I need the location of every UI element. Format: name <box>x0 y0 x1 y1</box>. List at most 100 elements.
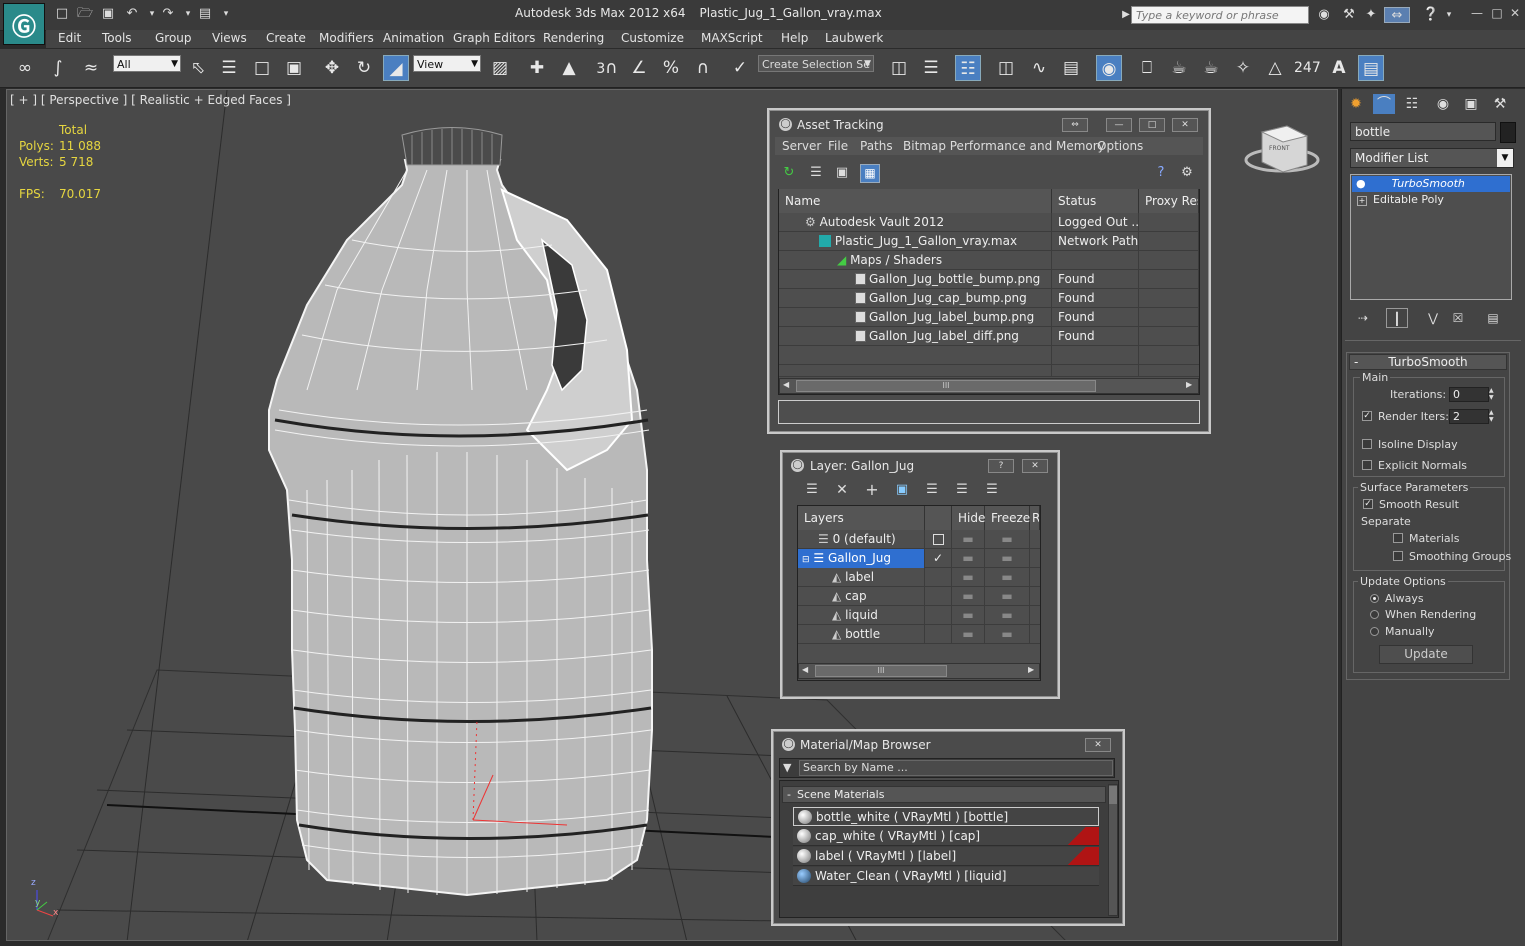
restore-icon[interactable]: □ <box>1488 6 1506 22</box>
material-item[interactable]: Water_Clean ( VRayMtl ) [liquid] <box>793 867 1099 886</box>
hide-toggle[interactable]: ▬ <box>952 568 985 587</box>
favorites-swap-icon[interactable]: ⇔ <box>1384 7 1410 23</box>
vray-light-icon[interactable]: ✧ <box>1230 55 1256 81</box>
menu-graph-editors[interactable]: Graph Editors <box>453 31 535 45</box>
table-row[interactable]: Gallon_Jug_label_diff.png Found <box>779 327 1199 346</box>
hide-toggle[interactable]: ▬ <box>952 530 985 549</box>
create-tab-icon[interactable]: ✹ <box>1345 94 1367 114</box>
table-row[interactable]: ◢ Maps / Shaders <box>779 251 1199 270</box>
minimize-icon[interactable]: — <box>1468 6 1486 22</box>
update-manually-radio[interactable] <box>1370 627 1379 636</box>
current-layer-toggle[interactable]: ✓ <box>925 549 952 568</box>
close-icon[interactable]: ✕ <box>1085 738 1111 752</box>
redo-icon[interactable]: ↷ <box>160 6 176 22</box>
menu-laubwerk[interactable]: Laubwerk <box>825 31 883 45</box>
iterations-spinner[interactable]: 0 <box>1449 387 1489 402</box>
selection-filter-dropdown[interactable]: All ▼ <box>113 55 181 72</box>
menu-group[interactable]: Group <box>155 31 192 45</box>
hide-toggle[interactable]: ▬ <box>952 625 985 644</box>
snaps-toggle-icon[interactable]: 3∩ <box>594 55 620 81</box>
select-and-rotate-icon[interactable]: ↻ <box>351 55 377 81</box>
current-layer-toggle[interactable] <box>925 606 952 625</box>
command-panel-toggle-icon[interactable]: ▤ <box>1358 55 1384 81</box>
bind-to-space-warp-icon[interactable]: ≈ <box>78 55 104 81</box>
stack-item-turbosmooth[interactable]: ● TurboSmooth <box>1352 176 1510 192</box>
vray-proxy-icon[interactable]: △ <box>1262 55 1288 81</box>
thumbnail-view-icon[interactable]: ▣ <box>833 164 851 181</box>
col-header-freeze[interactable]: Freeze <box>985 506 1030 530</box>
scroll-thumb[interactable]: III <box>796 380 1096 392</box>
lightbulb-icon[interactable]: ● <box>1356 177 1366 190</box>
motion-tab-icon[interactable]: ◉ <box>1432 94 1454 114</box>
rectangular-selection-icon[interactable]: □ <box>249 55 275 81</box>
maximize-icon[interactable]: □ <box>1139 118 1165 132</box>
quick-access-dropdown-icon[interactable]: ▾ <box>218 6 234 22</box>
iterations-spinner-arrows[interactable]: ▲ ▼ <box>1489 387 1498 402</box>
material-item[interactable]: cap_white ( VRayMtl ) [cap] <box>793 827 1099 846</box>
table-row[interactable]: Gallon_Jug_label_bump.png Found <box>779 308 1199 327</box>
table-view-icon[interactable]: ▦ <box>860 164 880 183</box>
list-view-icon[interactable]: ☰ <box>807 164 825 181</box>
rendered-frame-window-icon[interactable]: ☕ <box>1166 55 1192 81</box>
table-row[interactable]: ⚙ Autodesk Vault 2012 Logged Out ... <box>779 213 1199 232</box>
layer-row[interactable]: ◭ bottle ▬ ▬ <box>798 625 1040 644</box>
reference-coordinate-dropdown[interactable]: View ▼ <box>413 55 481 72</box>
help-dropdown-icon[interactable]: ▾ <box>1440 7 1458 23</box>
scroll-left-icon[interactable]: ◀ <box>802 665 808 674</box>
align-icon[interactable]: ☰ <box>918 55 944 81</box>
modifier-list-dropdown[interactable]: Modifier List ▼ <box>1350 148 1514 168</box>
communication-center-icon[interactable]: ✦ <box>1362 7 1380 23</box>
col-header-name[interactable]: Name <box>779 189 1052 213</box>
remove-modifier-icon[interactable]: ☒ <box>1447 308 1469 328</box>
select-and-move-icon[interactable]: ✥ <box>319 55 345 81</box>
update-button[interactable]: Update <box>1379 645 1473 664</box>
curve-editor-icon[interactable]: ∿ <box>1026 55 1052 81</box>
menu-edit[interactable]: Edit <box>58 31 81 45</box>
asset-menu-paths[interactable]: Paths <box>860 139 893 153</box>
pin-stack-icon[interactable]: ⇢ <box>1352 308 1374 328</box>
hide-toggle[interactable]: ▬ <box>952 587 985 606</box>
layer-row[interactable]: ◭ cap ▬ ▬ <box>798 587 1040 606</box>
menu-views[interactable]: Views <box>212 31 247 45</box>
refresh-icon[interactable]: ↻ <box>781 164 797 181</box>
mirror-icon[interactable]: ◫ <box>886 55 912 81</box>
render-setup-icon[interactable]: ⎕ <box>1134 55 1160 81</box>
menu-customize[interactable]: Customize <box>621 31 684 45</box>
stack-item-editable-poly[interactable]: + Editable Poly <box>1352 192 1510 208</box>
close-icon[interactable]: ✕ <box>1022 459 1048 473</box>
help-icon[interactable]: ? <box>1152 164 1170 181</box>
save-icon[interactable]: ▣ <box>100 6 116 22</box>
scroll-right-icon[interactable]: ▶ <box>1186 380 1192 389</box>
freeze-toggle[interactable]: ▬ <box>985 587 1030 606</box>
highlight-selected-icon[interactable]: ☰ <box>923 482 941 499</box>
keyboard-shortcut-override-icon[interactable]: ▲ <box>556 55 582 81</box>
settings-icon[interactable]: ⚙ <box>1178 164 1196 181</box>
pivot-point-center-icon[interactable]: ▨ <box>487 55 513 81</box>
layer-row[interactable]: ⊟ ☰ Gallon_Jug ✓ ▬ ▬ <box>798 549 1040 568</box>
help-button[interactable]: ? <box>988 459 1014 473</box>
select-and-scale-icon[interactable]: ◢ <box>383 55 409 81</box>
object-color-swatch[interactable] <box>1500 122 1516 143</box>
make-unique-icon[interactable]: ⋁ <box>1422 308 1444 328</box>
menu-help[interactable]: Help <box>781 31 808 45</box>
render-iters-checkbox[interactable]: ✓ <box>1362 411 1372 421</box>
layer-row[interactable]: ☰ 0 (default) ▬ ▬ <box>798 530 1040 549</box>
edit-named-selection-icon[interactable]: ✓ <box>727 55 753 81</box>
update-when-rendering-radio[interactable] <box>1370 610 1379 619</box>
current-layer-toggle[interactable] <box>925 568 952 587</box>
scroll-left-icon[interactable]: ◀ <box>783 380 789 389</box>
render-iters-spinner-arrows[interactable]: ▲ ▼ <box>1489 409 1498 424</box>
project-folder-icon[interactable]: ▤ <box>197 6 213 22</box>
modify-tab-icon[interactable]: ⌒ <box>1373 94 1395 114</box>
select-object-icon[interactable]: ⬁ <box>185 55 211 81</box>
new-file-icon[interactable]: □ <box>54 6 70 22</box>
material-editor-icon[interactable]: ◉ <box>1096 55 1122 81</box>
material-item[interactable]: bottle_white ( VRayMtl ) [bottle] <box>793 807 1099 826</box>
spinner-snap-icon[interactable]: ∩ <box>690 55 716 81</box>
scene-materials-group-header[interactable]: - Scene Materials <box>782 786 1106 803</box>
select-in-layer-icon[interactable]: ▣ <box>893 482 911 499</box>
material-search-input[interactable]: Search by Name ... <box>799 760 1113 776</box>
angle-snap-icon[interactable]: ∠ <box>626 55 652 81</box>
hide-unhide-all-icon[interactable]: ☰ <box>953 482 971 499</box>
named-selection-sets-dropdown[interactable]: Create Selection Se ▼ <box>758 55 874 72</box>
